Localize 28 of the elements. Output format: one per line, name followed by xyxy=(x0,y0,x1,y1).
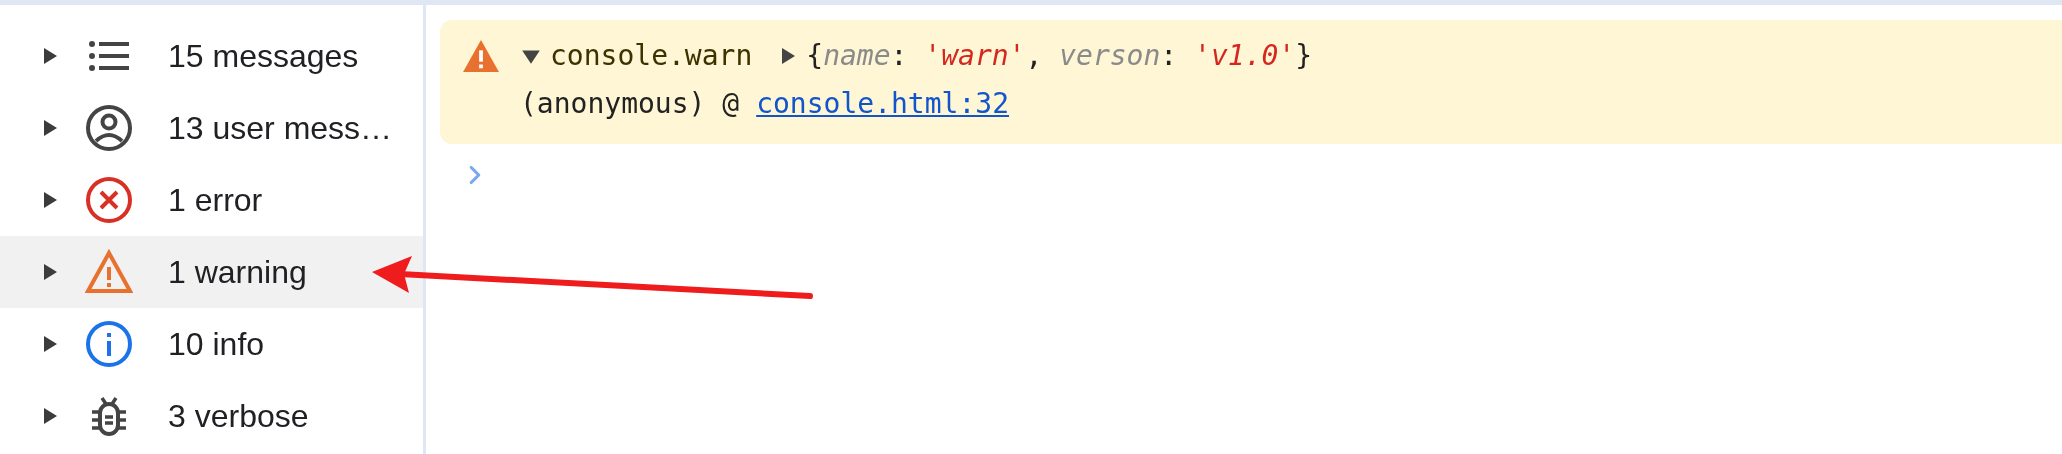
sidebar-item[interactable]: 13 user mess… xyxy=(0,92,423,164)
expand-triangle-icon[interactable] xyxy=(780,46,797,66)
source-link[interactable]: console.html:32 xyxy=(756,83,1010,125)
sidebar-item-label: 1 error xyxy=(168,181,263,220)
expand-triangle-icon[interactable] xyxy=(42,334,58,354)
expand-triangle-icon[interactable] xyxy=(42,46,58,66)
sidebar-item[interactable]: 3 verbose xyxy=(0,380,423,452)
user-icon xyxy=(85,104,133,152)
sidebar-item[interactable]: 1 warning xyxy=(0,236,423,308)
sidebar-item-label: 1 warning xyxy=(168,253,307,292)
message-source: console.warn xyxy=(550,38,753,74)
warning-icon xyxy=(462,39,500,73)
info-icon xyxy=(85,320,133,368)
error-icon xyxy=(85,176,133,224)
expand-triangle-icon[interactable] xyxy=(42,262,58,282)
sidebar-item[interactable]: 10 info xyxy=(0,308,423,380)
expand-triangle-icon[interactable] xyxy=(42,118,58,138)
sidebar-item-label: 15 messages xyxy=(168,37,359,76)
sidebar-item-label: 3 verbose xyxy=(168,397,309,436)
warning-icon xyxy=(85,248,133,296)
sidebar-item-label: 10 info xyxy=(168,325,265,364)
stack-caller: (anonymous) @ xyxy=(520,86,740,122)
sidebar-item-label: 13 user mess… xyxy=(168,109,393,148)
expand-triangle-icon[interactable] xyxy=(42,406,58,426)
expand-triangle-icon[interactable] xyxy=(42,190,58,210)
object-preview[interactable]: {name: 'warn', verson: 'v1.0'} xyxy=(806,35,1313,77)
sidebar-item[interactable]: 15 messages xyxy=(0,20,423,92)
sidebar-item[interactable]: 1 error xyxy=(0,164,423,236)
